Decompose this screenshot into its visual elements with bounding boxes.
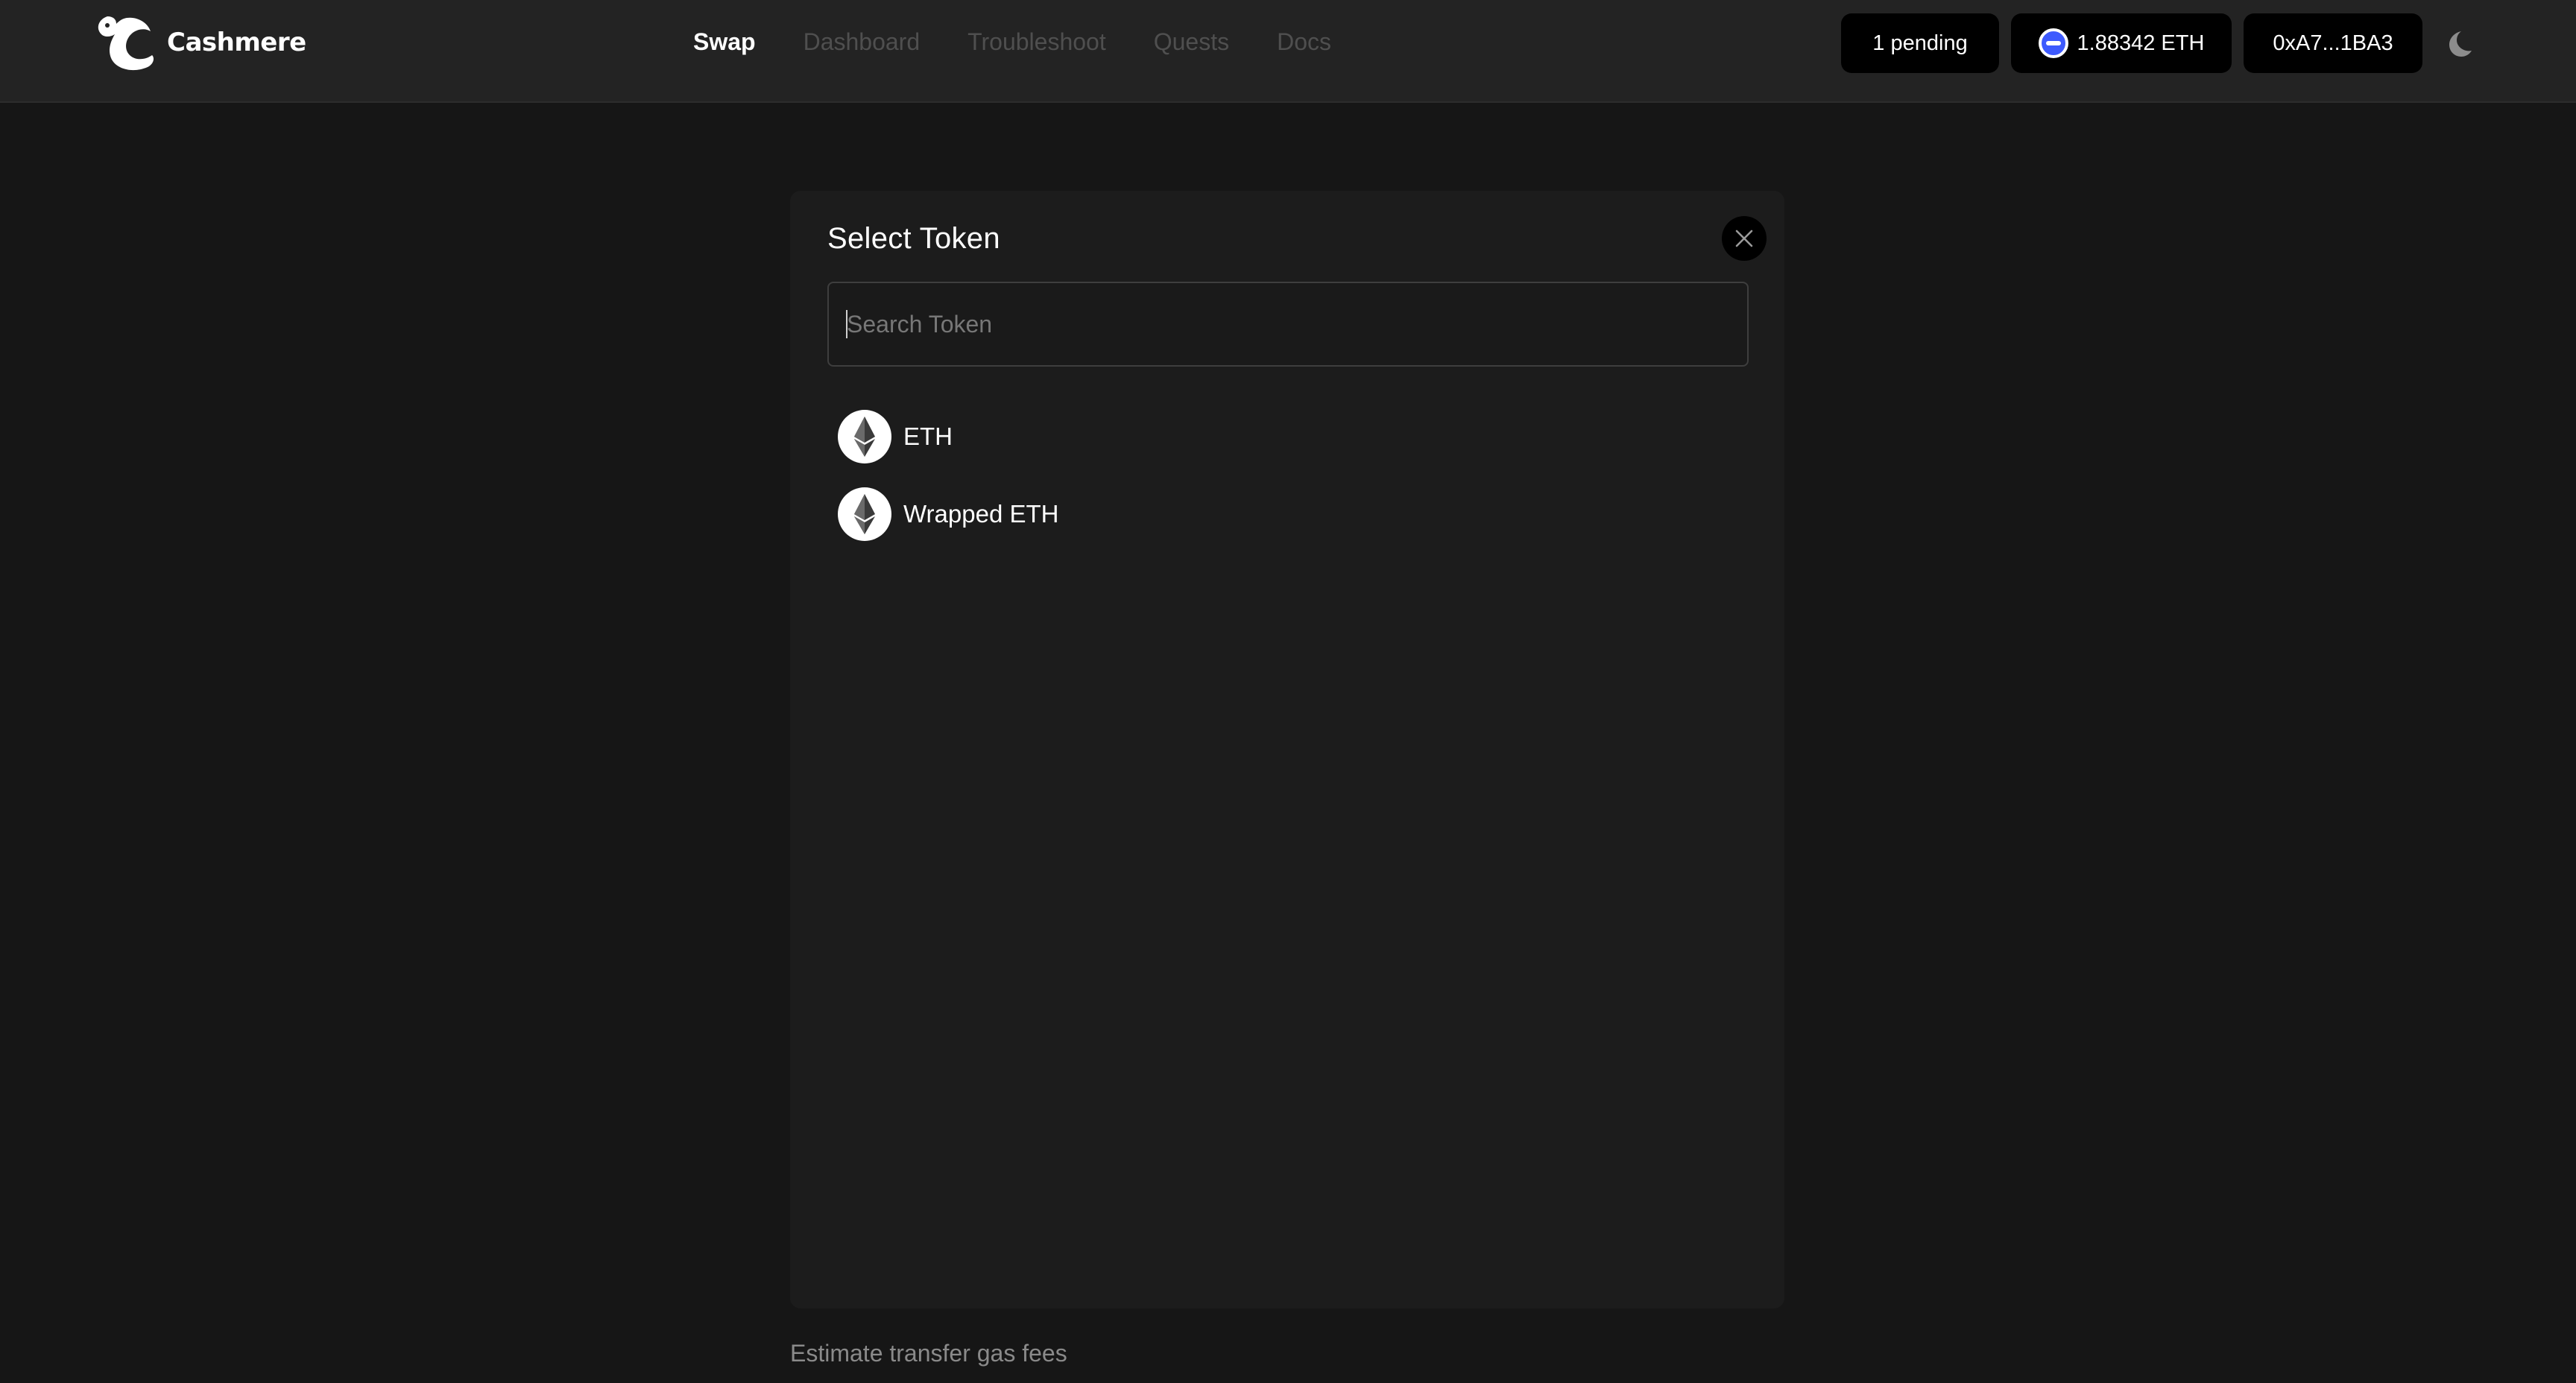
nav-item-docs[interactable]: Docs	[1277, 28, 1331, 56]
balance-label: 1.88342 ETH	[2077, 31, 2205, 55]
moon-icon	[2449, 31, 2472, 57]
chain-icon	[2038, 28, 2068, 58]
wallet-address-button[interactable]: 0xA7...1BA3	[2244, 13, 2422, 73]
token-row-wrapped-eth[interactable]: Wrapped ETH	[838, 475, 1732, 553]
cashmere-logo-icon	[98, 16, 154, 71]
cashmere-logo[interactable]: Cashmere	[94, 12, 306, 73]
nav-item-troubleshoot[interactable]: Troubleshoot	[967, 28, 1106, 56]
pending-transactions-button[interactable]: 1 pending	[1841, 13, 1999, 73]
ethereum-icon	[838, 487, 891, 541]
nav-item-dashboard[interactable]: Dashboard	[804, 28, 921, 56]
token-name: Wrapped ETH	[903, 500, 1059, 528]
nav-item-quests[interactable]: Quests	[1154, 28, 1229, 56]
token-row-eth[interactable]: ETH	[838, 398, 1732, 475]
app-name: Cashmere	[167, 28, 306, 57]
modal-title: Select Token	[827, 222, 1000, 255]
main-nav: Swap Dashboard Troubleshoot Quests Docs	[693, 25, 1331, 58]
network-balance-button[interactable]: 1.88342 ETH	[2011, 13, 2232, 73]
close-icon	[1735, 230, 1753, 247]
search-token-input[interactable]	[827, 282, 1749, 367]
select-token-modal: Select Token ETH	[790, 191, 1784, 1308]
pending-label: 1 pending	[1872, 31, 1968, 55]
nav-item-swap[interactable]: Swap	[693, 28, 756, 56]
token-list: ETH Wrapped ETH	[838, 398, 1732, 553]
estimate-gas-fees-link[interactable]: Estimate transfer gas fees	[790, 1340, 1067, 1367]
close-modal-button[interactable]	[1722, 216, 1767, 261]
text-caret	[846, 310, 847, 338]
ethereum-icon	[838, 410, 891, 463]
theme-toggle-button[interactable]	[2442, 27, 2476, 61]
token-name: ETH	[903, 423, 953, 450]
wallet-address-label: 0xA7...1BA3	[2273, 31, 2393, 55]
top-navigation-bar: Cashmere Swap Dashboard Troubleshoot Que…	[0, 0, 2576, 103]
